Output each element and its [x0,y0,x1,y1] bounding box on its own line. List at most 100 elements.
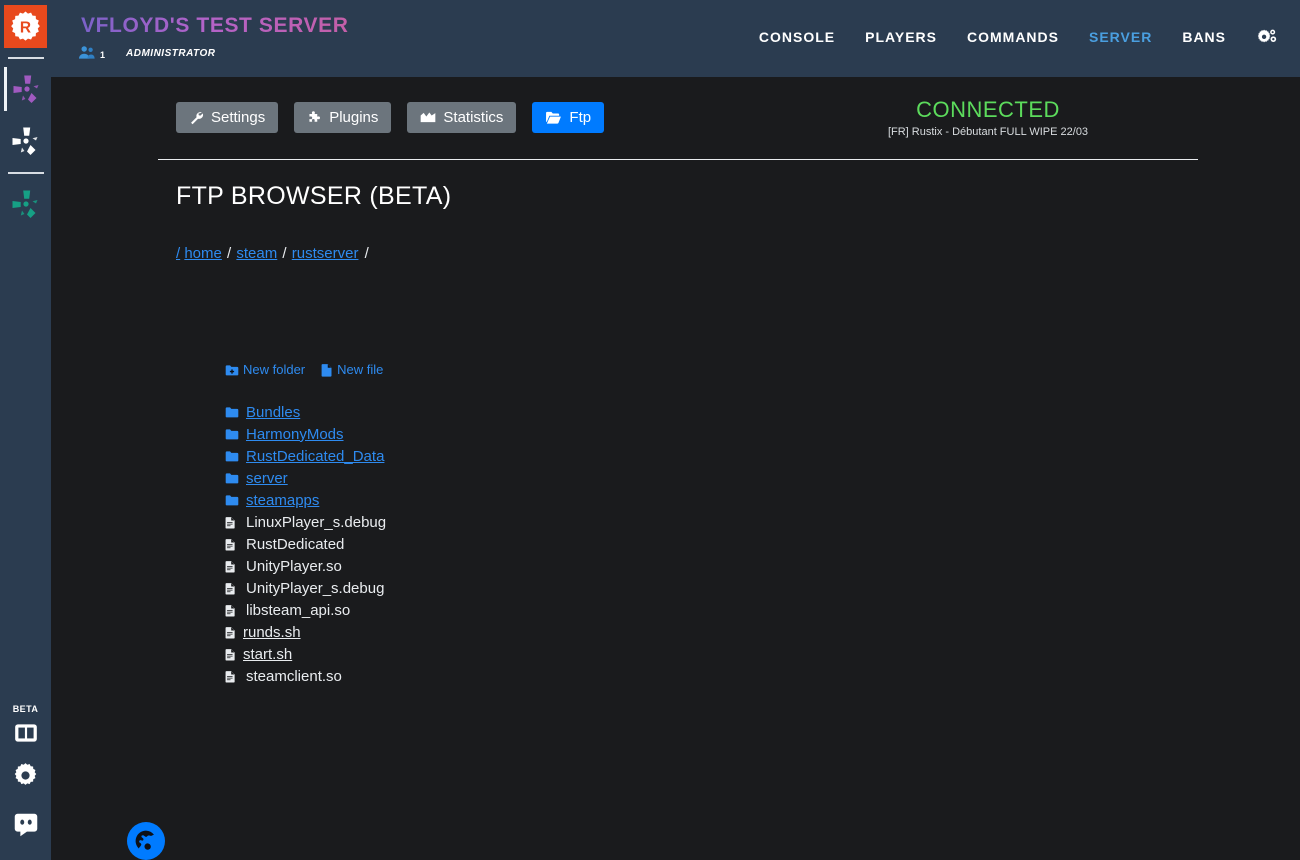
file-icon [225,538,240,551]
tab-ftp-label: Ftp [569,109,591,126]
rust-logo-icon[interactable]: R [4,5,47,48]
tab-statistics[interactable]: Statistics [407,102,516,133]
sidebar-item-server-3[interactable] [4,182,48,226]
sidebar-layout-button[interactable] [0,716,51,750]
file-name: libsteam_api.so [242,602,350,619]
file-name[interactable]: RustDedicated_Data [242,448,384,465]
file-list-item[interactable]: RustDedicated_Data [225,445,386,467]
server-tabs: Settings Plugins Statistics Ftp [176,102,604,133]
gear-icon [11,761,40,790]
file-list-item: steamclient.so [225,665,386,687]
file-name: UnityPlayer_s.debug [242,580,384,597]
file-list-item: UnityPlayer.so [225,555,386,577]
file-icon [225,648,240,661]
breadcrumb-trailing: / [365,245,369,262]
file-list-item: libsteam_api.so [225,599,386,621]
server-icon-teal [10,188,42,220]
beta-label: BETA [0,704,51,714]
file-icon [225,560,240,573]
folder-icon [225,472,240,484]
content-area: Settings Plugins Statistics Ftp [51,77,1300,860]
file-name[interactable]: start.sh [242,646,292,663]
connection-block: CONNECTED [FR] Rustix - Débutant FULL WI… [778,97,1198,138]
file-name: steamclient.so [242,668,342,685]
columns-layout-icon [13,720,39,746]
connection-status: CONNECTED [778,97,1198,123]
tab-settings[interactable]: Settings [176,102,278,133]
file-name[interactable]: steamapps [242,492,319,509]
file-list-item[interactable]: Bundles [225,401,386,423]
top-header: VFLOYD'S TEST SERVER 1 ADMINISTRATOR CON… [51,0,1300,77]
file-name: RustDedicated [242,536,344,553]
file-name[interactable]: server [242,470,288,487]
app-root: R [0,0,1300,860]
sidebar-divider-mid [8,172,44,174]
new-folder-label: New folder [243,362,305,377]
nav-item-commands[interactable]: COMMANDS [967,29,1059,45]
ftp-actions: New folder New file [225,362,383,377]
role-label: ADMINISTRATOR [126,48,215,59]
tab-plugins[interactable]: Plugins [294,102,391,133]
sidebar-bottom-group: BETA [0,704,51,850]
file-icon [225,516,240,529]
header-subline: 1 ADMINISTRATOR [77,45,215,61]
file-list-item: UnityPlayer_s.debug [225,577,386,599]
sidebar: R [0,0,51,860]
sidebar-item-server-1[interactable] [4,67,48,111]
file-list-item[interactable]: start.sh [225,643,386,665]
sidebar-discord-button[interactable] [0,800,51,850]
nav-item-console[interactable]: CONSOLE [759,29,835,45]
language-button[interactable] [127,822,165,860]
tab-statistics-label: Statistics [443,109,503,126]
folder-icon [225,428,240,440]
file-list-item: RustDedicated [225,533,386,555]
puzzle-piece-icon [307,110,322,125]
svg-text:R: R [20,20,31,37]
file-name[interactable]: runds.sh [242,624,301,641]
new-folder-button[interactable]: New folder [225,362,305,377]
sidebar-item-server-2[interactable] [4,119,48,163]
breadcrumb-segment-steam[interactable]: steam [236,245,277,262]
file-list-item[interactable]: HarmonyMods [225,423,386,445]
connection-server-description: [FR] Rustix - Débutant FULL WIPE 22/03 [778,126,1198,138]
sidebar-settings-button[interactable] [0,750,51,800]
breadcrumb-root[interactable]: / [176,245,180,262]
file-name[interactable]: Bundles [242,404,300,421]
file-name[interactable]: HarmonyMods [242,426,344,443]
file-list-item[interactable]: steamapps [225,489,386,511]
section-divider [158,159,1198,160]
sidebar-divider-top [8,57,44,59]
server-title: VFLOYD'S TEST SERVER [81,14,349,38]
users-icon [77,45,97,61]
rust-gear-icon: R [9,10,42,43]
page-title: FTP BROWSER (BETA) [176,182,451,211]
file-icon [225,604,240,617]
folder-open-icon [545,110,562,125]
server-icon-purple [11,73,43,105]
new-file-button[interactable]: New file [321,362,383,377]
chart-area-icon [420,110,436,125]
file-icon [225,670,240,683]
globe-icon [134,829,158,853]
folder-icon [225,494,240,506]
tab-ftp[interactable]: Ftp [532,102,604,133]
file-icon [225,626,240,639]
breadcrumb-segment-home[interactable]: home [184,245,222,262]
folder-icon [225,406,240,418]
tab-settings-label: Settings [211,109,265,126]
file-list-item[interactable]: runds.sh [225,621,386,643]
folder-plus-icon [225,364,239,376]
main-nav: CONSOLE PLAYERS COMMANDS SERVER BANS [759,27,1278,47]
file-list-item[interactable]: server [225,467,386,489]
tab-plugins-label: Plugins [329,109,378,126]
file-icon [225,582,240,595]
file-list: Bundles HarmonyMods RustDedicated_Data s… [225,401,386,687]
nav-item-players[interactable]: PLAYERS [865,29,937,45]
nav-item-server[interactable]: SERVER [1089,29,1152,45]
nav-settings-button[interactable] [1256,27,1278,47]
breadcrumb-segment-rustserver[interactable]: rustserver [292,245,359,262]
cogs-icon [1256,27,1278,47]
file-name: UnityPlayer.so [242,558,342,575]
nav-item-bans[interactable]: BANS [1182,29,1226,45]
file-name: LinuxPlayer_s.debug [242,514,386,531]
